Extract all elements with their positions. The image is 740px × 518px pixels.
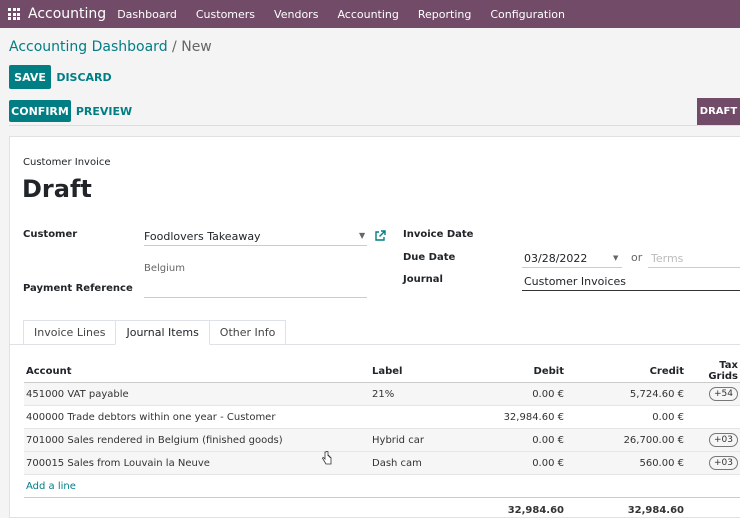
label-cell[interactable]: Hybrid car	[370, 428, 480, 452]
debit-cell[interactable]: 0.00 €	[480, 451, 566, 475]
status-draft[interactable]: DRAFT	[697, 98, 740, 125]
menu-accounting[interactable]: Accounting	[337, 8, 398, 21]
journal-items-table: Account Label Debit Credit Tax Grids 451…	[24, 360, 740, 518]
column-header-account[interactable]: Account	[24, 360, 370, 383]
payment-reference-input[interactable]	[144, 297, 367, 298]
credit-cell[interactable]: 0.00 €	[566, 405, 686, 429]
menu-configuration[interactable]: Configuration	[490, 8, 565, 21]
table-row[interactable]: 700015 Sales from Louvain la Neuve Dash …	[24, 451, 740, 475]
tax-grid-tag: +03	[709, 433, 738, 447]
chevron-down-icon[interactable]: ▼	[613, 254, 618, 262]
payment-terms-input[interactable]: Terms	[651, 252, 683, 265]
table-row[interactable]: 400000 Trade debtors within one year - C…	[24, 405, 740, 429]
tax-grid-cell[interactable]: +03	[686, 451, 740, 475]
total-credit: 32,984.60	[566, 497, 686, 518]
breadcrumb-separator: /	[167, 39, 182, 55]
due-date-input[interactable]: 03/28/2022	[524, 252, 587, 265]
label-cell[interactable]: 21%	[370, 382, 480, 406]
credit-cell[interactable]: 560.00 €	[566, 451, 686, 475]
page-title: Draft	[22, 175, 92, 203]
column-header-label[interactable]: Label	[370, 360, 480, 383]
invoice-date-label: Invoice Date	[403, 229, 474, 240]
due-date-underline	[522, 267, 622, 268]
debit-cell[interactable]: 0.00 €	[480, 428, 566, 452]
tax-grid-cell[interactable]: +54	[686, 382, 740, 406]
tax-grid-cell[interactable]: +03	[686, 428, 740, 452]
menu-reporting[interactable]: Reporting	[418, 8, 471, 21]
payment-reference-label: Payment Reference	[23, 283, 133, 294]
account-cell[interactable]: 700015 Sales from Louvain la Neuve	[24, 451, 370, 475]
due-date-label: Due Date	[403, 252, 456, 263]
tab-invoice-lines[interactable]: Invoice Lines	[23, 320, 117, 345]
main-menu: Dashboard Customers Vendors Accounting R…	[117, 8, 584, 21]
apps-grid-icon[interactable]	[8, 8, 20, 20]
column-header-debit[interactable]: Debit	[480, 360, 566, 383]
debit-cell[interactable]: 0.00 €	[480, 382, 566, 406]
payment-terms-underline	[648, 267, 740, 268]
journal-field-underline	[522, 290, 740, 291]
column-header-credit[interactable]: Credit	[566, 360, 686, 383]
preview-button[interactable]: PREVIEW	[75, 100, 133, 122]
top-navbar: Accounting Dashboard Customers Vendors A…	[0, 0, 740, 28]
add-line-row: Add a line	[24, 475, 740, 498]
breadcrumb-parent[interactable]: Accounting Dashboard	[9, 39, 168, 55]
discard-button[interactable]: DISCARD	[55, 65, 113, 89]
account-cell[interactable]: 451000 VAT payable	[24, 382, 370, 406]
customer-address: Belgium	[144, 263, 185, 274]
customer-field[interactable]: Foodlovers Takeaway	[144, 230, 261, 243]
customer-field-underline	[144, 245, 367, 246]
tax-grid-tag: +03	[709, 456, 738, 470]
totals-row: 32,984.60 32,984.60	[24, 497, 740, 518]
breadcrumb: Accounting Dashboard / New	[9, 39, 212, 55]
journal-field[interactable]: Customer Invoices	[524, 275, 626, 288]
breadcrumb-current: New	[181, 39, 212, 55]
chevron-down-icon[interactable]: ▼	[359, 231, 365, 240]
total-debit: 32,984.60	[480, 497, 566, 518]
menu-vendors[interactable]: Vendors	[274, 8, 318, 21]
debit-cell[interactable]: 32,984.60 €	[480, 405, 566, 429]
account-cell[interactable]: 400000 Trade debtors within one year - C…	[24, 405, 370, 429]
menu-customers[interactable]: Customers	[196, 8, 255, 21]
credit-cell[interactable]: 5,724.60 €	[566, 382, 686, 406]
table-row[interactable]: 451000 VAT payable 21% 0.00 € 5,724.60 €…	[24, 382, 740, 406]
tab-other-info[interactable]: Other Info	[208, 320, 287, 345]
label-cell[interactable]: Dash cam	[370, 451, 480, 475]
account-cell[interactable]: 701000 Sales rendered in Belgium (finish…	[24, 428, 370, 452]
document-type-label: Customer Invoice	[23, 157, 111, 168]
add-line-link[interactable]: Add a line	[26, 481, 76, 492]
label-cell[interactable]	[370, 405, 480, 429]
credit-cell[interactable]: 26,700.00 €	[566, 428, 686, 452]
external-link-icon[interactable]	[374, 230, 386, 242]
or-text: or	[631, 251, 643, 264]
table-row[interactable]: 701000 Sales rendered in Belgium (finish…	[24, 428, 740, 452]
app-name[interactable]: Accounting	[28, 6, 106, 22]
customer-label: Customer	[23, 229, 78, 240]
journal-label: Journal	[403, 274, 443, 285]
column-header-tax-grids[interactable]: Tax Grids	[686, 360, 740, 383]
tax-grid-tag: +54	[709, 387, 738, 401]
confirm-button[interactable]: CONFIRM	[9, 100, 71, 122]
hand-cursor-icon	[322, 451, 332, 465]
tab-journal-items[interactable]: Journal Items	[115, 320, 210, 345]
notebook-tabs: Invoice Lines Journal Items Other Info	[23, 320, 287, 345]
save-button[interactable]: SAVE	[9, 65, 51, 89]
menu-dashboard[interactable]: Dashboard	[117, 8, 177, 21]
tax-grid-cell[interactable]	[686, 405, 740, 429]
